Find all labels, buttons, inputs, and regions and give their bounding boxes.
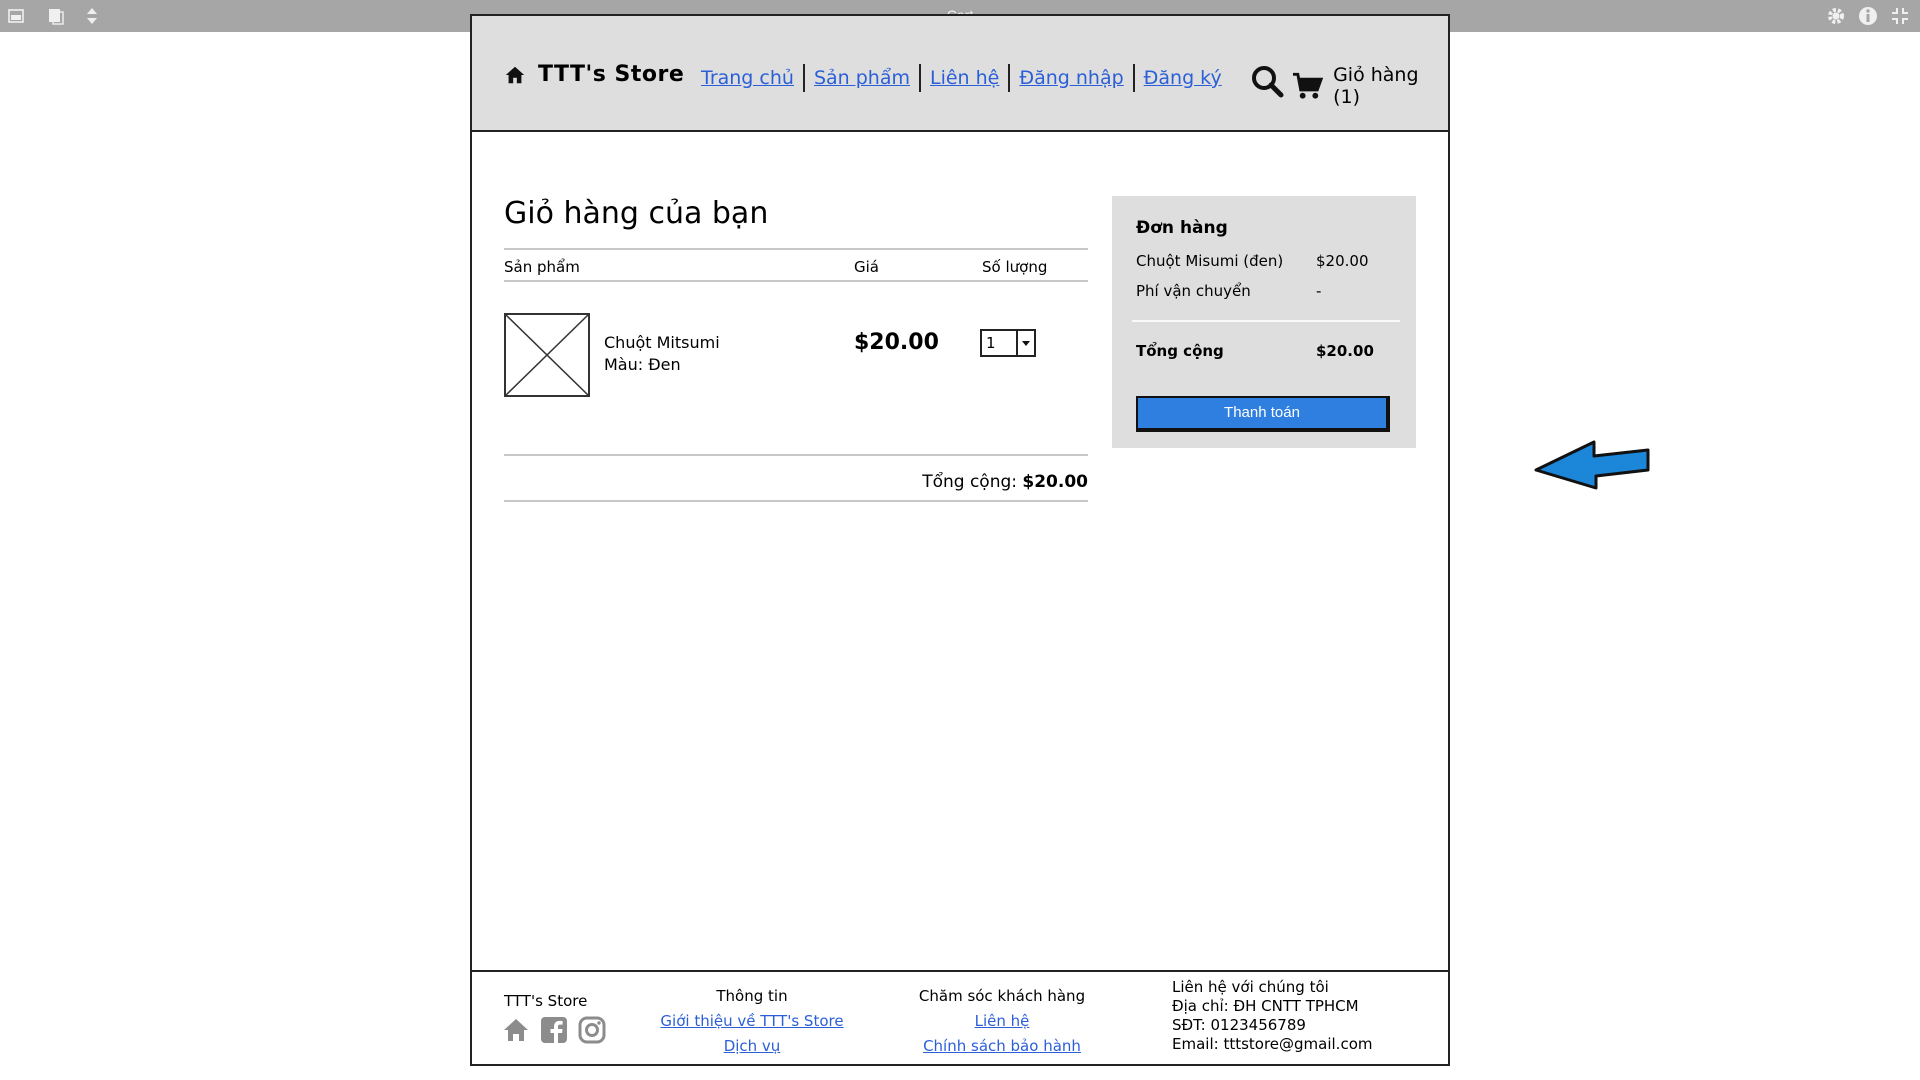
column-header-price: Giá [854,258,879,276]
order-line-item: Chuột Misumi (đen) [1136,252,1284,270]
order-line-value: $20.00 [1316,252,1369,270]
order-total-label: Tổng cộng [1136,342,1224,360]
footer-care-column: Chăm sóc khách hàng Liên hệ Chính sách b… [892,984,1112,1059]
nav-contact[interactable]: Liên hệ [921,67,1008,89]
product-image-placeholder [504,313,590,397]
product-color: Màu: Đen [604,355,681,374]
divider [504,280,1088,282]
divider [504,500,1088,502]
cart-total: Tổng cộng: $20.00 [802,472,1088,492]
contact-address: Địa chỉ: ĐH CNTT TPHCM [1172,997,1359,1015]
shipping-value: - [1316,282,1322,300]
footer-contact: Liên hệ với chúng tôi Địa chỉ: ĐH CNTT T… [1172,978,1373,1054]
column-header-product: Sản phẩm [504,258,580,276]
divider [1132,320,1400,322]
page-title: Giỏ hàng của bạn [504,196,769,231]
brand-name: TTT's Store [538,62,685,87]
footer-brand: TTT's Store [504,992,588,1010]
cart-icon [1292,72,1324,99]
footer-info-title: Thông tin [716,987,788,1005]
contact-phone: SĐT: 0123456789 [1172,1016,1306,1034]
nav-login[interactable]: Đăng nhập [1010,67,1132,89]
main-nav: Trang chủ Sản phẩm Liên hệ Đăng nhập Đăn… [692,64,1231,92]
brand[interactable]: TTT's Store [504,62,684,87]
page-frame: TTT's Store Trang chủ Sản phẩm Liên hệ Đ… [470,14,1450,1066]
cart-total-value: $20.00 [1022,472,1088,492]
chevron-down-icon[interactable] [1016,331,1034,355]
footer-link-services[interactable]: Dịch vụ [642,1034,862,1059]
search-icon[interactable] [1250,64,1284,98]
checkout-button[interactable]: Thanh toán [1136,396,1390,432]
cart-link[interactable]: Giỏ hàng (1) [1292,64,1448,108]
nav-products[interactable]: Sản phẩm [805,67,919,89]
footer-link-contact[interactable]: Liên hệ [892,1009,1112,1034]
order-total-value: $20.00 [1316,342,1374,360]
footer-link-warranty[interactable]: Chính sách bảo hành [892,1034,1112,1059]
cart-total-label: Tổng cộng: [922,472,1017,492]
footer-info-column: Thông tin Giới thiệu về TTT's Store Dịch… [642,984,862,1059]
instagram-icon[interactable] [578,1016,606,1044]
fullscreen-exit-icon[interactable] [1890,6,1910,26]
order-summary: Đơn hàng Chuột Misumi (đen) $20.00 Phí v… [1112,196,1416,448]
nav-register[interactable]: Đăng ký [1135,67,1231,89]
product-price: $20.00 [854,330,939,355]
gear-icon[interactable] [1826,6,1846,26]
order-heading: Đơn hàng [1136,218,1228,238]
home-icon [505,66,525,83]
annotation-arrow-icon [1532,436,1652,490]
quantity-select[interactable]: 1 [980,329,1036,357]
column-header-quantity: Số lượng [982,258,1048,276]
divider [504,248,1088,250]
shipping-label: Phí vận chuyển [1136,282,1251,300]
facebook-icon[interactable] [540,1016,568,1044]
contact-email: Email: tttstore@gmail.com [1172,1035,1373,1053]
nav-home[interactable]: Trang chủ [692,67,803,89]
footer-link-about[interactable]: Giới thiệu về TTT's Store [642,1009,862,1034]
product-name: Chuột Mitsumi [604,333,720,352]
product-info: Chuột Mitsumi Màu: Đen [604,332,720,376]
home-icon[interactable] [502,1016,530,1044]
divider [504,454,1088,456]
contact-title: Liên hệ với chúng tôi [1172,978,1329,996]
footer-care-title: Chăm sóc khách hàng [918,987,1086,1005]
info-icon[interactable] [1858,6,1878,26]
quantity-value: 1 [986,334,996,352]
site-footer: TTT's Store Thông tin Giới thiệu về TTT'… [472,970,1448,1064]
cart-label: Giỏ hàng (1) [1333,64,1419,108]
site-header: TTT's Store Trang chủ Sản phẩm Liên hệ Đ… [472,16,1448,132]
social-icons [502,1016,606,1044]
